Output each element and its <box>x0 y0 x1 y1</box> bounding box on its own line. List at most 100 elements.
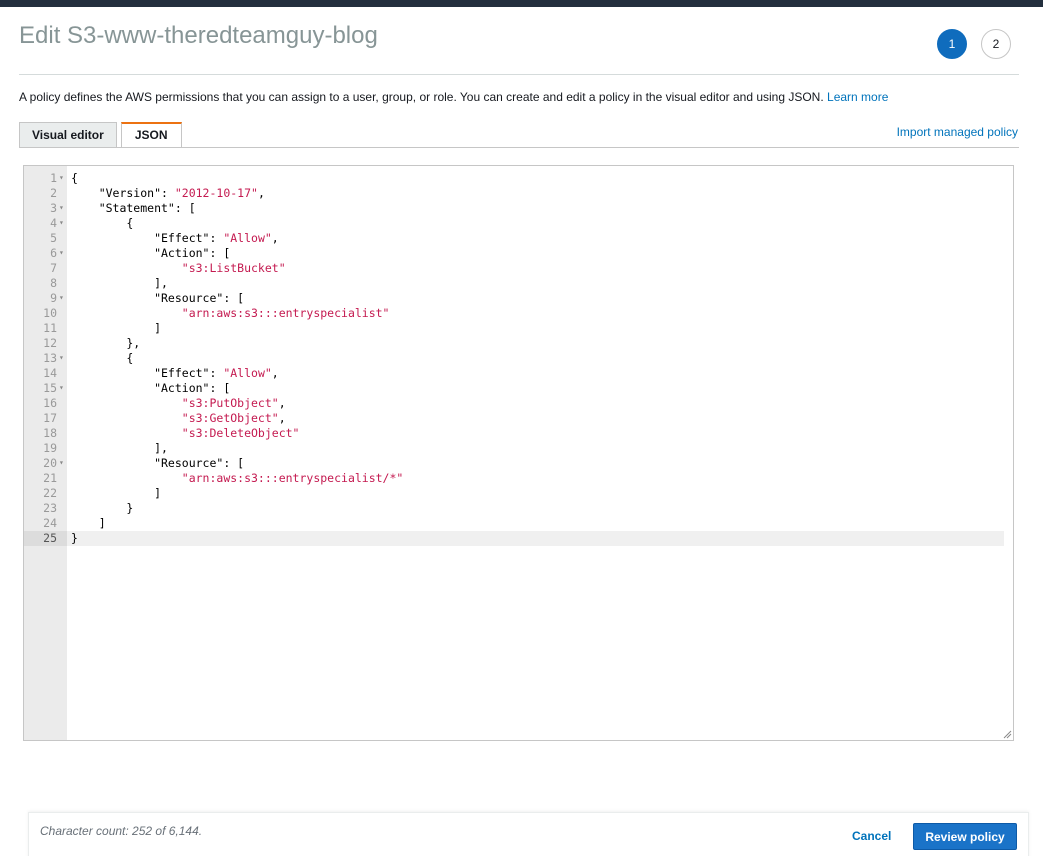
step-1: 1 <box>937 29 967 59</box>
code-text: "s3:ListBucket" <box>71 261 286 275</box>
line-number: 6 <box>50 246 57 260</box>
code-text: "Effect": "Allow", <box>71 366 279 380</box>
review-policy-button[interactable]: Review policy <box>913 823 1017 850</box>
code-line: 2 "Version": "2012-10-17", <box>24 186 1004 201</box>
code-text: } <box>71 531 78 545</box>
code-text: { <box>71 351 134 365</box>
code-text: ] <box>71 486 162 500</box>
code-line: 18 "s3:DeleteObject" <box>24 426 1004 441</box>
json-policy-editor[interactable]: 1 ▾{2 "Version": "2012-10-17", 3 ▾ "Stateme… <box>23 165 1014 741</box>
code-line: 3 ▾ "Statement": [ <box>24 201 1004 216</box>
code-line: 9 ▾ "Resource": [ <box>24 291 1004 306</box>
line-number: 21 <box>43 471 57 485</box>
code-line: 17 "s3:GetObject", <box>24 411 1004 426</box>
code-line: 11 ] <box>24 321 1004 336</box>
description-text: A policy defines the AWS permissions tha… <box>19 90 828 104</box>
line-number: 22 <box>43 486 57 500</box>
code-text: "arn:aws:s3:::entryspecialist" <box>71 306 390 320</box>
page-title: Edit S3-www-theredteamguy-blog <box>19 22 378 49</box>
line-number: 25 <box>24 531 67 546</box>
footer-bar: Character count: 252 of 6,144. Cancel Re… <box>28 812 1029 856</box>
code-text: ], <box>71 441 168 455</box>
code-text: ], <box>71 276 168 290</box>
line-number: 17 <box>43 411 57 425</box>
line-number: 2 <box>50 186 57 200</box>
code-line: 4 ▾ { <box>24 216 1004 231</box>
line-number: 24 <box>43 516 57 530</box>
code-line: 24 ] <box>24 516 1004 531</box>
line-number: 18 <box>43 426 57 440</box>
tab-visual-editor[interactable]: Visual editor <box>19 122 117 148</box>
code-line: 13 ▾ { <box>24 351 1004 366</box>
code-line: 6 ▾ "Action": [ <box>24 246 1004 261</box>
line-number: 14 <box>43 366 57 380</box>
code-line: 23 } <box>24 501 1004 516</box>
line-number: 20 <box>43 456 57 470</box>
code-line: 12 }, <box>24 336 1004 351</box>
code-text: "Resource": [ <box>71 456 245 470</box>
line-number: 12 <box>43 336 57 350</box>
code-text: "Action": [ <box>71 381 231 395</box>
code-text: ] <box>71 516 106 530</box>
line-number: 15 <box>43 381 57 395</box>
fold-arrow-icon[interactable]: ▾ <box>59 350 64 365</box>
fold-arrow-icon[interactable]: ▾ <box>59 215 64 230</box>
line-number: 10 <box>43 306 57 320</box>
tab-json[interactable]: JSON <box>120 122 182 148</box>
code-text: "Version": "2012-10-17", <box>71 186 265 200</box>
title-divider <box>19 74 1019 75</box>
line-number: 19 <box>43 441 57 455</box>
code-line: 16 "s3:PutObject", <box>24 396 1004 411</box>
fold-arrow-icon[interactable]: ▾ <box>59 380 64 395</box>
cancel-button[interactable]: Cancel <box>852 829 891 843</box>
line-number: 3 <box>50 201 57 215</box>
code-line: 5 "Effect": "Allow", <box>24 231 1004 246</box>
code-text: { <box>71 216 134 230</box>
line-number: 11 <box>43 321 57 335</box>
code-text: "Statement": [ <box>71 201 196 215</box>
code-text: "Action": [ <box>71 246 231 260</box>
editor-tabs: Visual editor JSON <box>19 122 182 148</box>
line-number: 4 <box>50 216 57 230</box>
fold-arrow-icon[interactable]: ▾ <box>59 290 64 305</box>
resize-handle-icon[interactable] <box>1002 729 1012 739</box>
code-text: } <box>71 501 134 515</box>
character-count: Character count: 252 of 6,144. <box>40 824 203 838</box>
code-line: 1 ▾ { <box>24 171 1004 186</box>
line-number: 16 <box>43 396 57 410</box>
line-number: 8 <box>50 276 57 290</box>
code-text: "Resource": [ <box>71 291 245 305</box>
code-text: ] <box>71 321 162 335</box>
fold-arrow-icon[interactable]: ▾ <box>59 200 64 215</box>
top-nav-bar <box>0 0 1043 7</box>
code-line: 10 "arn:aws:s3:::entryspecialist" <box>24 306 1004 321</box>
code-line: 25} <box>24 531 1004 546</box>
code-text: { <box>71 171 78 185</box>
code-line: 14 "Effect": "Allow", <box>24 366 1004 381</box>
code-line: 21 "arn:aws:s3:::entryspecialist/*" <box>24 471 1004 486</box>
code-text: "Effect": "Allow", <box>71 231 279 245</box>
fold-arrow-icon[interactable]: ▾ <box>59 455 64 470</box>
code-text: "arn:aws:s3:::entryspecialist/*" <box>71 471 404 485</box>
code-line: 7 "s3:ListBucket" <box>24 261 1004 276</box>
code-line: 22 ] <box>24 486 1004 501</box>
fold-arrow-icon[interactable]: ▾ <box>59 170 64 185</box>
line-number: 23 <box>43 501 57 515</box>
step-indicator: 1 2 <box>937 29 1011 59</box>
line-number: 9 <box>50 291 57 305</box>
fold-arrow-icon[interactable]: ▾ <box>59 245 64 260</box>
policy-description: A policy defines the AWS permissions tha… <box>19 90 888 104</box>
line-number: 7 <box>50 261 57 275</box>
code-text: "s3:DeleteObject" <box>71 426 300 440</box>
import-managed-policy-link[interactable]: Import managed policy <box>897 125 1018 139</box>
line-number: 13 <box>43 351 57 365</box>
code-text: "s3:GetObject", <box>71 411 286 425</box>
code-line: 19 ], <box>24 441 1004 456</box>
code-line: 8 ], <box>24 276 1004 291</box>
line-number: 1 <box>50 171 57 185</box>
step-2: 2 <box>981 29 1011 59</box>
code-line: 20 ▾ "Resource": [ <box>24 456 1004 471</box>
tabs-divider <box>19 147 1019 148</box>
learn-more-link[interactable]: Learn more <box>827 90 888 104</box>
code-text: }, <box>71 336 141 350</box>
